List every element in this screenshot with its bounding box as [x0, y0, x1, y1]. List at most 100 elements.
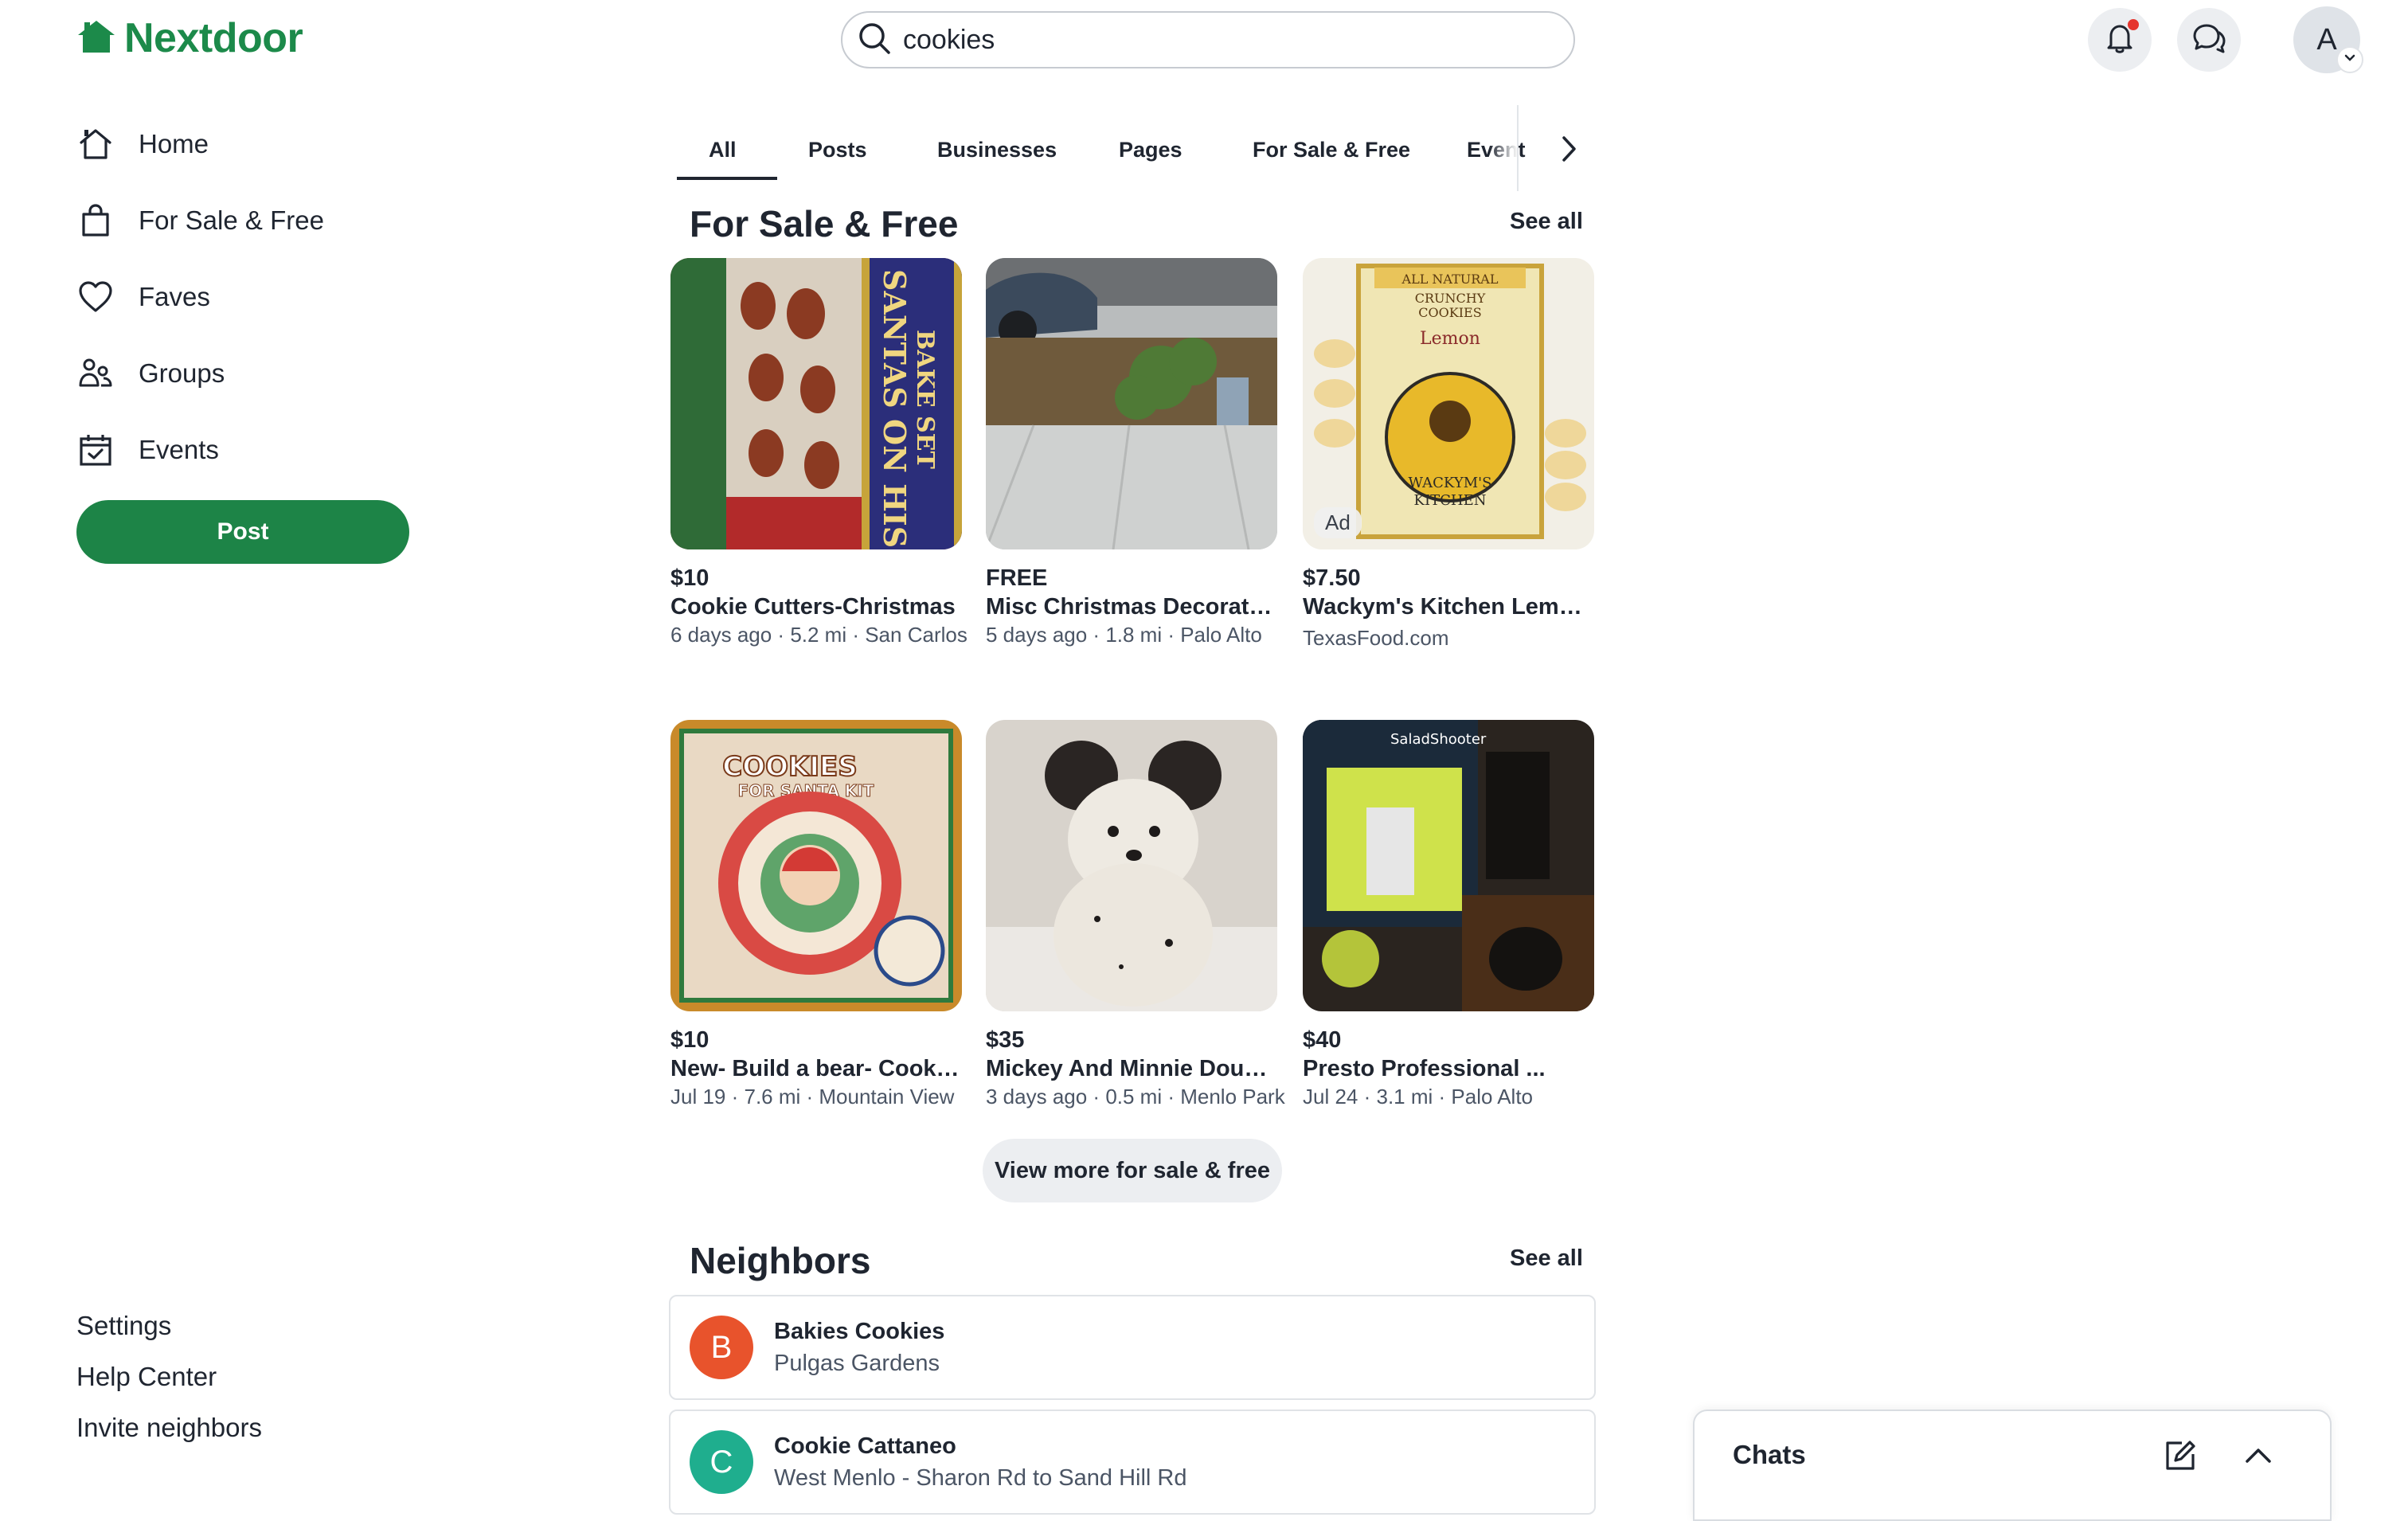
avatar: C — [690, 1430, 753, 1494]
listing-meta: Jul 24 · 3.1 mi · Palo Alto — [1303, 1085, 1534, 1108]
tabs-fade — [1489, 119, 1518, 180]
neighbor-row[interactable]: C Cookie Cattaneo West Menlo - Sharon Rd… — [669, 1410, 1596, 1515]
help-center-link[interactable]: Help Center — [76, 1362, 217, 1392]
search-icon — [857, 21, 892, 60]
house-logo-icon — [76, 19, 116, 58]
sidebar-item-for-sale[interactable]: For Sale & Free — [76, 193, 324, 248]
listing-price: $35 — [986, 1027, 1025, 1053]
chevron-right-icon — [1557, 133, 1581, 169]
sidebar-item-label: Groups — [139, 358, 225, 388]
box-text-natural: ALL NATURAL — [1401, 272, 1499, 287]
listing-card[interactable]: COOKIES FOR SANTA KIT $10 New- Build a b… — [670, 720, 962, 1110]
neighbors-see-all-link[interactable]: See all — [1510, 1245, 1583, 1272]
home-icon — [76, 125, 115, 163]
sidebar-item-label: For Sale & Free — [139, 205, 324, 235]
listing-title: Wackym's Kitchen Lemon... — [1303, 594, 1594, 620]
search-input[interactable] — [901, 23, 1558, 57]
sidebar-item-label: Home — [139, 129, 209, 158]
listing-price: $10 — [670, 565, 710, 591]
box-text-wackyms: WACKYM'S — [1409, 475, 1492, 491]
listing-title: New- Build a bear- Cookies... — [670, 1056, 962, 1081]
listing-image-sidewalk-decorations — [986, 258, 1277, 549]
tab-pages[interactable]: Pages — [1119, 119, 1182, 180]
box-text-kitchen: KITCHEN — [1414, 492, 1487, 509]
shopping-bag-icon — [76, 201, 115, 240]
listing-card[interactable]: SaladShooter $40 Presto Professional ...… — [1303, 720, 1594, 1110]
post-button[interactable]: Post — [76, 500, 409, 564]
tab-businesses[interactable]: Businesses — [937, 119, 1057, 180]
listing-meta: Jul 19 · 7.6 mi · Mountain View — [670, 1085, 955, 1108]
box-text-lemon: Lemon — [1420, 329, 1480, 349]
box-text-cookies: COOKIES — [1418, 305, 1481, 320]
listing-image-lemon-cookies-box: ALL NATURAL CRUNCHY COOKIES Lemon WACKYM… — [1303, 258, 1594, 549]
tab-all[interactable]: All — [709, 119, 737, 180]
listing-title: Presto Professional ... — [1303, 1056, 1546, 1081]
box-text-cookies: COOKIES — [722, 751, 857, 783]
avatar-initial: A — [2316, 22, 2337, 57]
search-filter-tabs: All Posts Businesses Pages For Sale & Fr… — [677, 119, 1577, 180]
neighbors-section-title: Neighbors — [690, 1240, 871, 1281]
tab-for-sale-free[interactable]: For Sale & Free — [1253, 119, 1410, 180]
nextdoor-logo[interactable]: Nextdoor — [76, 14, 303, 62]
listing-image-santas-bake-set: SANTAS ON HIS WAY BAKE SET — [670, 258, 962, 549]
svg-text:SANTAS ON HIS WAY: SANTAS ON HIS WAY — [877, 269, 913, 549]
heart-icon — [76, 278, 115, 316]
listing-price: $7.50 — [1303, 565, 1361, 591]
compose-icon — [2163, 1438, 2198, 1477]
listing-price: FREE — [986, 565, 1048, 591]
tab-posts[interactable]: Posts — [808, 119, 867, 180]
brand-name: Nextdoor — [124, 15, 303, 61]
view-more-for-sale-button[interactable]: View more for sale & free — [983, 1139, 1282, 1202]
settings-link[interactable]: Settings — [76, 1311, 171, 1341]
listing-meta: 5 days ago · 1.8 mi · Palo Alto — [986, 623, 1262, 647]
expand-chats-button[interactable] — [2238, 1437, 2279, 1478]
listing-title: Cookie Cutters-Christmas — [670, 594, 956, 620]
svg-text:BAKE SET: BAKE SET — [911, 330, 939, 470]
listing-meta: TexasFood.com — [1303, 626, 1449, 650]
search-bar[interactable] — [841, 11, 1575, 68]
box-text-crunchy: CRUNCHY — [1415, 291, 1486, 306]
neighbor-row[interactable]: B Bakies Cookies Pulgas Gardens — [669, 1295, 1596, 1400]
listing-card[interactable]: $35 Mickey And Minnie Double ... 3 days … — [986, 720, 1285, 1110]
notifications-button[interactable] — [2088, 8, 2152, 72]
for-sale-see-all-link[interactable]: See all — [1510, 209, 1583, 235]
listing-image-cookies-for-santa-kit: COOKIES FOR SANTA KIT — [670, 720, 962, 1011]
listing-card[interactable]: SANTAS ON HIS WAY BAKE SET $10 Cookie Cu… — [670, 258, 968, 648]
messages-button[interactable] — [2177, 8, 2241, 72]
sidebar-item-label: Faves — [139, 282, 210, 311]
profile-menu-caret[interactable] — [2336, 46, 2363, 73]
listing-meta: 6 days ago · 5.2 mi · San Carlos — [670, 623, 968, 647]
sidebar-item-events[interactable]: Events — [76, 422, 219, 478]
neighbor-location: Pulgas Gardens — [774, 1351, 940, 1376]
groups-icon — [76, 354, 115, 393]
tabs-divider — [1517, 105, 1519, 191]
chevron-up-icon — [2242, 1440, 2274, 1476]
notification-dot — [2126, 18, 2140, 32]
neighbor-location: West Menlo - Sharon Rd to Sand Hill Rd — [774, 1465, 1187, 1491]
ad-badge: Ad — [1314, 507, 1362, 538]
chats-dock[interactable]: Chats — [1693, 1410, 2332, 1521]
chat-bubbles-icon — [2191, 20, 2227, 61]
listing-price: $40 — [1303, 1027, 1342, 1053]
neighbor-name: Cookie Cattaneo — [774, 1433, 956, 1459]
chevron-down-icon — [2343, 51, 2357, 69]
sidebar-item-groups[interactable]: Groups — [76, 346, 225, 401]
tabs-scroll-right-button[interactable] — [1545, 123, 1593, 178]
listing-meta: 3 days ago · 0.5 mi · Menlo Park — [986, 1085, 1285, 1108]
listing-card-ad[interactable]: ALL NATURAL CRUNCHY COOKIES Lemon WACKYM… — [1303, 258, 1594, 651]
for-sale-section-title: For Sale & Free — [690, 203, 959, 244]
listing-price: $10 — [670, 1027, 710, 1053]
invite-neighbors-link[interactable]: Invite neighbors — [76, 1413, 262, 1443]
listing-card[interactable]: FREE Misc Christmas Decoration... 5 days… — [986, 258, 1277, 648]
sidebar-item-home[interactable]: Home — [76, 116, 209, 172]
sidebar-item-faves[interactable]: Faves — [76, 269, 210, 325]
box-text-saladshooter: SaladShooter — [1390, 731, 1487, 748]
neighbor-name: Bakies Cookies — [774, 1319, 945, 1344]
listing-image-mickey-cookie-jar — [986, 720, 1277, 1011]
listing-image-salad-shooter: SaladShooter — [1303, 720, 1594, 1011]
active-tab-indicator — [677, 177, 777, 180]
avatar: B — [690, 1316, 753, 1379]
chats-title: Chats — [1733, 1440, 1806, 1469]
sidebar-item-label: Events — [139, 435, 219, 464]
new-chat-button[interactable] — [2160, 1437, 2201, 1478]
